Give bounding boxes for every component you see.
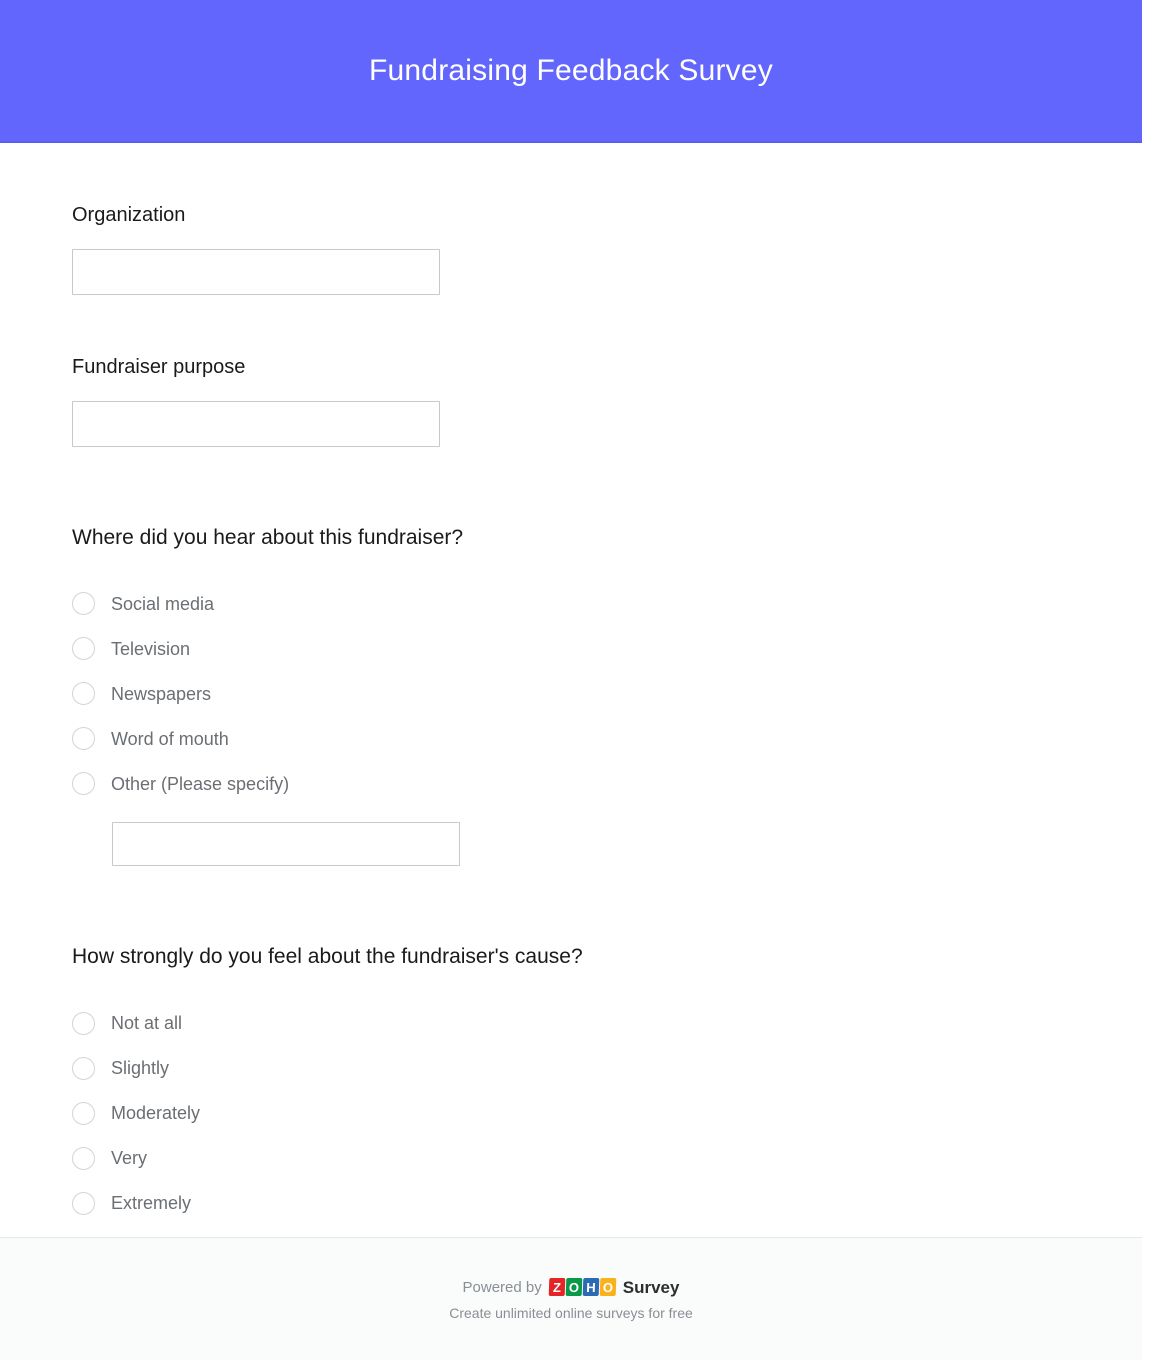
powered-by-label: Powered by bbox=[463, 1280, 542, 1295]
radio-circle-icon[interactable] bbox=[72, 1057, 95, 1080]
radio-circle-icon[interactable] bbox=[72, 1147, 95, 1170]
radio-option-label: Social media bbox=[111, 595, 214, 613]
question-title: Where did you hear about this fundraiser… bbox=[72, 525, 1150, 551]
fundraiser-purpose-input[interactable] bbox=[72, 401, 440, 447]
survey-header-banner: Fundraising Feedback Survey bbox=[0, 0, 1142, 143]
radio-circle-icon[interactable] bbox=[72, 637, 95, 660]
radio-option-word-of-mouth[interactable]: Word of mouth bbox=[72, 716, 1150, 761]
radio-circle-icon[interactable] bbox=[72, 592, 95, 615]
field-label-fundraiser-purpose: Fundraiser purpose bbox=[72, 355, 1150, 379]
question-where-did-you-hear: Where did you hear about this fundraiser… bbox=[0, 525, 1150, 866]
radio-option-label: Slightly bbox=[111, 1059, 169, 1077]
field-label-organization: Organization bbox=[72, 203, 1150, 227]
field-fundraiser-purpose: Fundraiser purpose bbox=[0, 355, 1150, 447]
radio-option-label: Newspapers bbox=[111, 685, 211, 703]
survey-footer: Powered by Z O H O Survey Create unlimit… bbox=[0, 1237, 1142, 1360]
radio-option-label: Extremely bbox=[111, 1194, 191, 1212]
radio-circle-icon[interactable] bbox=[72, 682, 95, 705]
radio-circle-icon[interactable] bbox=[72, 1192, 95, 1215]
radio-option-moderately[interactable]: Moderately bbox=[72, 1091, 1150, 1136]
radio-option-label: Not at all bbox=[111, 1014, 182, 1032]
organization-input[interactable] bbox=[72, 249, 440, 295]
radio-circle-icon[interactable] bbox=[72, 727, 95, 750]
radio-option-other[interactable]: Other (Please specify) bbox=[72, 761, 1150, 806]
footer-subtext: Create unlimited online surveys for free bbox=[449, 1306, 693, 1320]
survey-body: Organization Fundraiser purpose Where di… bbox=[0, 143, 1150, 1237]
radio-option-newspapers[interactable]: Newspapers bbox=[72, 671, 1150, 716]
radio-option-extremely[interactable]: Extremely bbox=[72, 1181, 1150, 1226]
zoho-tile-z: Z bbox=[548, 1278, 565, 1296]
zoho-tile-o-second: O bbox=[599, 1278, 616, 1296]
radio-option-label: Moderately bbox=[111, 1104, 200, 1122]
radio-option-label: Television bbox=[111, 640, 190, 658]
radio-circle-icon[interactable] bbox=[72, 1012, 95, 1035]
radio-option-not-at-all[interactable]: Not at all bbox=[72, 1001, 1150, 1046]
radio-option-very[interactable]: Very bbox=[72, 1136, 1150, 1181]
radio-option-television[interactable]: Television bbox=[72, 626, 1150, 671]
radio-option-social-media[interactable]: Social media bbox=[72, 581, 1150, 626]
page-title: Fundraising Feedback Survey bbox=[369, 56, 773, 86]
survey-page: Fundraising Feedback Survey Organization… bbox=[0, 0, 1150, 1360]
radio-option-label: Other (Please specify) bbox=[111, 775, 289, 793]
radio-option-slightly[interactable]: Slightly bbox=[72, 1046, 1150, 1091]
zoho-tile-h: H bbox=[582, 1278, 599, 1296]
question-how-strongly-do-you-feel: How strongly do you feel about the fundr… bbox=[0, 944, 1150, 1225]
zoho-tile-o-first: O bbox=[565, 1278, 582, 1296]
question-title: How strongly do you feel about the fundr… bbox=[72, 944, 1150, 970]
powered-by-line: Powered by Z O H O Survey bbox=[463, 1278, 680, 1296]
radio-circle-icon[interactable] bbox=[72, 1102, 95, 1125]
field-organization: Organization bbox=[0, 203, 1150, 295]
zoho-logo-icon: Z O H O bbox=[549, 1278, 616, 1296]
radio-circle-icon[interactable] bbox=[72, 772, 95, 795]
radio-option-label: Very bbox=[111, 1149, 147, 1167]
product-name-label: Survey bbox=[623, 1279, 680, 1296]
radio-option-label: Word of mouth bbox=[111, 730, 229, 748]
other-specify-input[interactable] bbox=[112, 822, 460, 866]
